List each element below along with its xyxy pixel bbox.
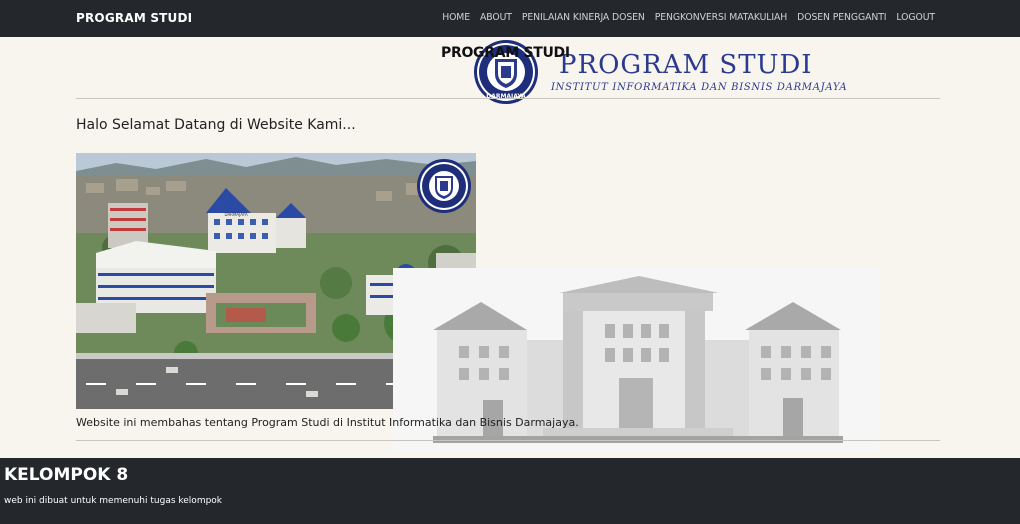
nav-menu: HOME ABOUT PENILAIAN KINERJA DOSEN PENGK… xyxy=(442,12,935,23)
campus-photo-sign: DARMAJAYA xyxy=(224,212,247,217)
welcome-text: Halo Selamat Datang di Website Kami... xyxy=(76,117,356,133)
divider xyxy=(76,98,940,99)
footer: KELOMPOK 8 web ini dibuat untuk memenuhi… xyxy=(0,458,1020,524)
navbar-brand[interactable]: PROGRAM STUDI xyxy=(76,11,192,25)
top-navbar: PROGRAM STUDI HOME ABOUT PENILAIAN KINER… xyxy=(0,0,1020,37)
page-title: PROGRAM STUDI xyxy=(441,45,570,61)
divider xyxy=(76,440,940,441)
nav-item-logout[interactable]: LOGOUT xyxy=(896,12,935,23)
banner-subtitle: INSTITUT INFORMATIKA DAN BISNIS DARMAJAY… xyxy=(551,82,848,93)
footer-title: KELOMPOK 8 xyxy=(4,465,129,485)
banner-title: PROGRAM STUDI xyxy=(559,50,813,80)
description-text: Website ini membahas tentang Program Stu… xyxy=(76,416,579,429)
nav-item-penilaian-kinerja-dosen[interactable]: PENILAIAN KINERJA DOSEN xyxy=(522,12,645,23)
nav-item-home[interactable]: HOME xyxy=(442,12,470,23)
nav-item-about[interactable]: ABOUT xyxy=(480,12,512,23)
footer-text: web ini dibuat untuk memenuhi tugas kelo… xyxy=(4,496,223,506)
nav-item-dosen-pengganti[interactable]: DOSEN PENGGANTI xyxy=(797,12,886,23)
nav-item-pengkonversi-matakuliah[interactable]: PENGKONVERSI MATAKULIAH xyxy=(655,12,788,23)
